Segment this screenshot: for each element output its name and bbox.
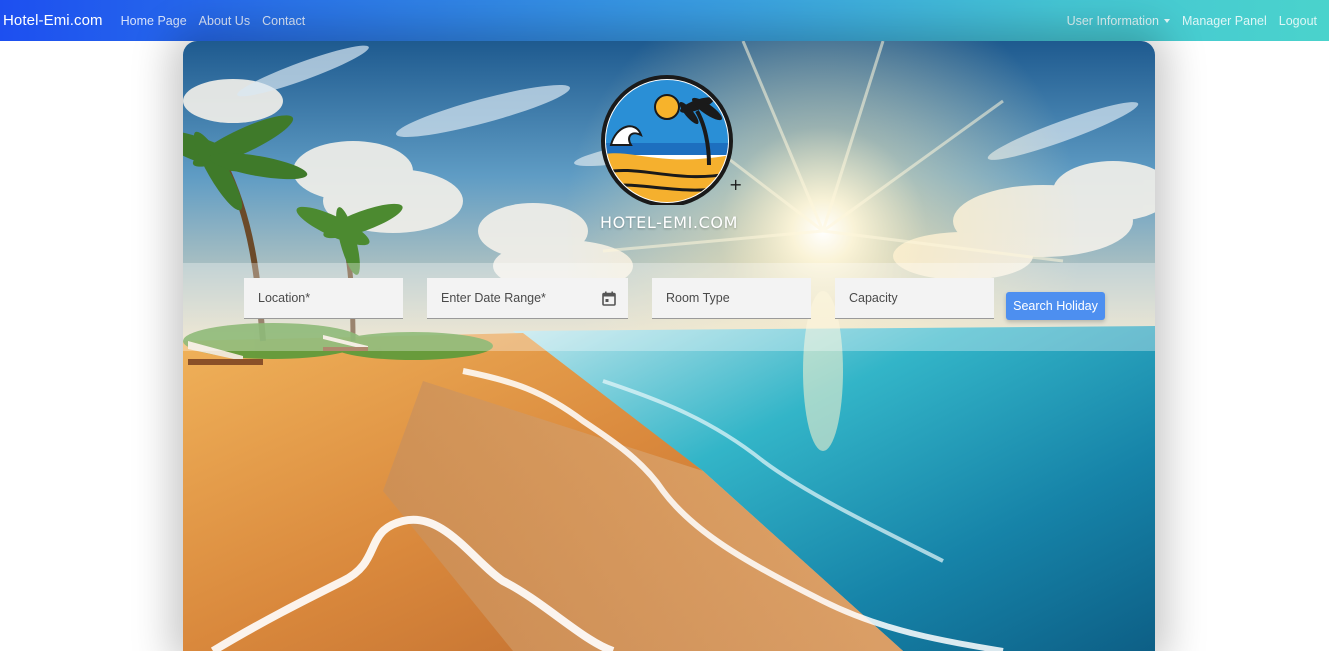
chevron-down-icon [1163, 18, 1170, 23]
location-input[interactable] [256, 290, 391, 306]
logo-text: HOTEL-EMI.COM [599, 213, 738, 232]
hotel-logo: + [601, 75, 741, 205]
nav-right: User Information Manager Panel Logout [1055, 0, 1317, 41]
top-navbar: Hotel-Emi.com Home Page About Us Contact… [0, 0, 1329, 41]
svg-text:+: + [729, 175, 741, 194]
hero-banner: + HOTEL-EMI.COM Search Holiday [183, 41, 1155, 651]
manager-panel-link[interactable]: Manager Panel [1182, 14, 1267, 28]
room-type-field[interactable] [652, 278, 811, 319]
calendar-icon[interactable] [602, 291, 616, 306]
capacity-field[interactable] [835, 278, 994, 319]
nav-left: Home Page About Us Contact [121, 14, 318, 28]
nav-contact-link[interactable]: Contact [262, 14, 305, 28]
date-range-input[interactable] [439, 290, 602, 306]
room-type-input[interactable] [664, 290, 799, 306]
user-information-label: User Information [1066, 13, 1159, 28]
date-range-field[interactable] [427, 278, 628, 319]
nav-home-link[interactable]: Home Page [121, 14, 187, 28]
logout-link[interactable]: Logout [1279, 14, 1317, 28]
search-holiday-button[interactable]: Search Holiday [1006, 292, 1105, 320]
search-bar: Search Holiday [183, 263, 1155, 351]
capacity-input[interactable] [847, 290, 982, 306]
location-field[interactable] [244, 278, 403, 319]
user-information-dropdown[interactable]: User Information [1067, 14, 1170, 28]
nav-about-link[interactable]: About Us [199, 14, 250, 28]
brand-link[interactable]: Hotel-Emi.com [3, 12, 103, 29]
